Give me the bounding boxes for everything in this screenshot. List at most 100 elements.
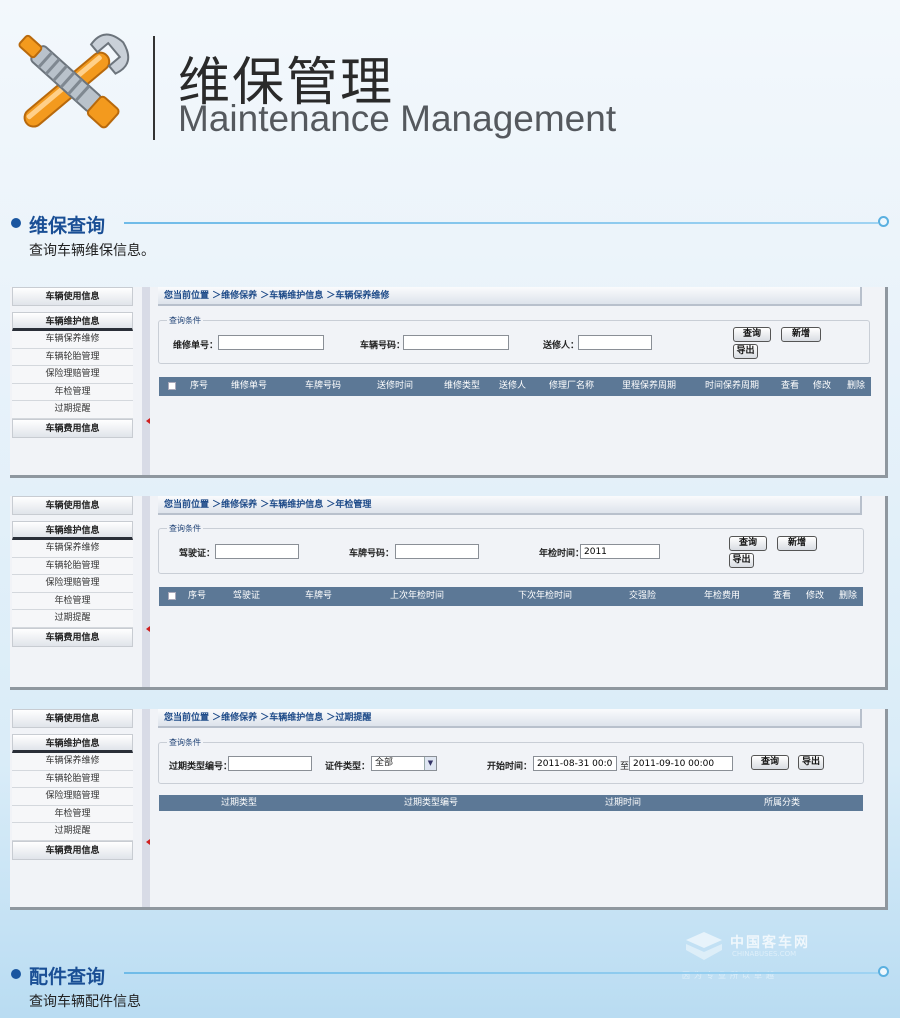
breadcrumb: 您当前位置 ＞维修保养 ＞车辆维护信息 ＞车辆保养维修 — [158, 287, 862, 306]
sidebar-item-insurance[interactable]: 保险理赔管理 — [12, 788, 133, 806]
breadcrumb: 您当前位置 ＞维修保养 ＞车辆维护信息 ＞年检管理 — [158, 496, 862, 515]
sidebar-item-insurance[interactable]: 保险理赔管理 — [12, 366, 133, 384]
chevron-down-icon: ▼ — [424, 757, 436, 770]
col-header[interactable]: 维修类型 — [444, 377, 480, 396]
col-header[interactable]: 下次年检时间 — [518, 587, 572, 606]
col-header[interactable]: 年检费用 — [704, 587, 740, 606]
header-divider — [153, 36, 155, 140]
col-header[interactable]: 序号 — [190, 377, 208, 396]
sidebar-item-usage-info[interactable]: 车辆使用信息 — [12, 287, 133, 306]
wrench-icon — [18, 33, 130, 129]
ring-icon — [878, 216, 889, 227]
collapse-arrow-icon[interactable] — [146, 839, 150, 845]
sidebar-item-usage-info[interactable]: 车辆使用信息 — [12, 496, 133, 515]
plate-input[interactable] — [403, 335, 509, 350]
col-header[interactable]: 过期时间 — [605, 795, 641, 811]
section-parts-query: 配件查询 查询车辆配件信息 — [0, 962, 900, 1018]
expiry-code-input[interactable] — [228, 756, 312, 771]
sidebar-item-maintenance-info[interactable]: 车辆维护信息 — [12, 734, 133, 753]
label-to: 至 — [620, 762, 630, 772]
col-header[interactable]: 维修单号 — [231, 377, 267, 396]
label-plate: 车辆号码： — [360, 341, 406, 351]
col-header[interactable]: 序号 — [188, 587, 206, 606]
sidebar-item-expiry[interactable]: 过期提醒 — [12, 401, 133, 419]
sidebar-item-cost-info[interactable]: 车辆费用信息 — [12, 418, 133, 438]
sidebar-item-expiry[interactable]: 过期提醒 — [12, 823, 133, 841]
sidebar-splitter[interactable] — [142, 709, 150, 907]
collapse-arrow-icon[interactable] — [146, 418, 150, 424]
query-button[interactable]: 查询 — [733, 327, 771, 342]
col-header[interactable]: 删除 — [847, 377, 865, 396]
sidebar-splitter[interactable] — [142, 287, 150, 475]
sidebar-item-maintenance-info[interactable]: 车辆维护信息 — [12, 312, 133, 331]
end-time-input[interactable] — [629, 756, 733, 771]
select-all-checkbox[interactable] — [168, 382, 176, 390]
sidebar-item-tire[interactable]: 车辆轮胎管理 — [12, 770, 133, 788]
col-header[interactable]: 时间保养周期 — [705, 377, 759, 396]
select-all-checkbox[interactable] — [168, 592, 176, 600]
license-input[interactable] — [215, 544, 299, 559]
col-header[interactable]: 所属分类 — [764, 795, 800, 811]
doc-type-select[interactable]: 全部 ▼ — [371, 756, 437, 771]
inspection-time-input[interactable] — [580, 544, 660, 559]
sidebar-item-cost-info[interactable]: 车辆费用信息 — [12, 627, 133, 647]
sidebar-item-inspection[interactable]: 年检管理 — [12, 383, 133, 401]
query-legend: 查询条件 — [167, 315, 203, 326]
sidebar-item-cost-info[interactable]: 车辆费用信息 — [12, 840, 133, 860]
collapse-arrow-icon[interactable] — [146, 626, 150, 632]
export-button[interactable]: 导出 — [733, 344, 758, 359]
col-header[interactable]: 车牌号 — [305, 587, 332, 606]
sidebar-item-repair[interactable]: 车辆保养维修 — [12, 331, 133, 349]
col-header[interactable]: 查看 — [781, 377, 799, 396]
query-button[interactable]: 查询 — [729, 536, 767, 551]
col-header[interactable]: 修改 — [806, 587, 824, 606]
col-header[interactable]: 上次年检时间 — [390, 587, 444, 606]
sidebar-item-tire[interactable]: 车辆轮胎管理 — [12, 557, 133, 575]
query-button[interactable]: 查询 — [751, 755, 789, 770]
export-button[interactable]: 导出 — [729, 553, 754, 568]
start-time-input[interactable] — [533, 756, 617, 771]
col-header[interactable]: 里程保养周期 — [622, 377, 676, 396]
sidebar-splitter[interactable] — [142, 496, 150, 687]
watermark-cn: 中国客车网 — [730, 935, 810, 951]
col-header[interactable]: 查看 — [773, 587, 791, 606]
sidebar: 车辆使用信息 车辆维护信息 车辆保养维修 车辆轮胎管理 保险理赔管理 年检管理 … — [12, 287, 133, 438]
col-header[interactable]: 修改 — [813, 377, 831, 396]
export-button[interactable]: 导出 — [798, 755, 824, 770]
bus-logo-icon — [686, 932, 722, 960]
section-title: 维保查询 — [29, 215, 106, 237]
col-header[interactable]: 送修人 — [499, 377, 526, 396]
col-header[interactable]: 过期类型编号 — [404, 795, 458, 811]
add-button[interactable]: 新增 — [781, 327, 821, 342]
sidebar-item-inspection[interactable]: 年检管理 — [12, 805, 133, 823]
query-legend: 查询条件 — [167, 737, 203, 748]
sidebar-item-repair[interactable]: 车辆保养维修 — [12, 540, 133, 558]
order-no-input[interactable] — [218, 335, 324, 350]
panel-expiry-reminder: 车辆使用信息 车辆维护信息 车辆保养维修 车辆轮胎管理 保险理赔管理 年检管理 … — [10, 709, 888, 910]
sidebar-item-expiry[interactable]: 过期提醒 — [12, 610, 133, 628]
col-header[interactable]: 交强险 — [629, 587, 656, 606]
sidebar-item-usage-info[interactable]: 车辆使用信息 — [12, 709, 133, 728]
sidebar-item-repair[interactable]: 车辆保养维修 — [12, 753, 133, 771]
sidebar-item-inspection[interactable]: 年检管理 — [12, 592, 133, 610]
col-header[interactable]: 驾驶证 — [233, 587, 260, 606]
ring-icon — [878, 966, 889, 977]
sidebar: 车辆使用信息 车辆维护信息 车辆保养维修 车辆轮胎管理 保险理赔管理 年检管理 … — [12, 709, 133, 860]
col-header[interactable]: 修理厂名称 — [549, 377, 594, 396]
col-header[interactable]: 送修时间 — [377, 377, 413, 396]
add-button[interactable]: 新增 — [777, 536, 817, 551]
sidebar-item-tire[interactable]: 车辆轮胎管理 — [12, 348, 133, 366]
col-header[interactable]: 删除 — [839, 587, 857, 606]
sidebar-item-maintenance-info[interactable]: 车辆维护信息 — [12, 521, 133, 540]
col-header[interactable]: 车牌号码 — [305, 377, 341, 396]
label-license: 驾驶证： — [179, 549, 216, 559]
doc-type-value: 全部 — [375, 758, 394, 768]
label-inspection-time: 年检时间： — [539, 549, 585, 559]
panel-maintenance-repair: 车辆使用信息 车辆维护信息 车辆保养维修 车辆轮胎管理 保险理赔管理 年检管理 … — [10, 287, 888, 478]
sender-input[interactable] — [578, 335, 652, 350]
table-header: 过期类型 过期类型编号 过期时间 所属分类 — [159, 795, 863, 811]
table-header: 序号 驾驶证 车牌号 上次年检时间 下次年检时间 交强险 年检费用 查看 修改 … — [159, 587, 863, 606]
plate-input[interactable] — [395, 544, 479, 559]
col-header[interactable]: 过期类型 — [221, 795, 257, 811]
sidebar-item-insurance[interactable]: 保险理赔管理 — [12, 575, 133, 593]
